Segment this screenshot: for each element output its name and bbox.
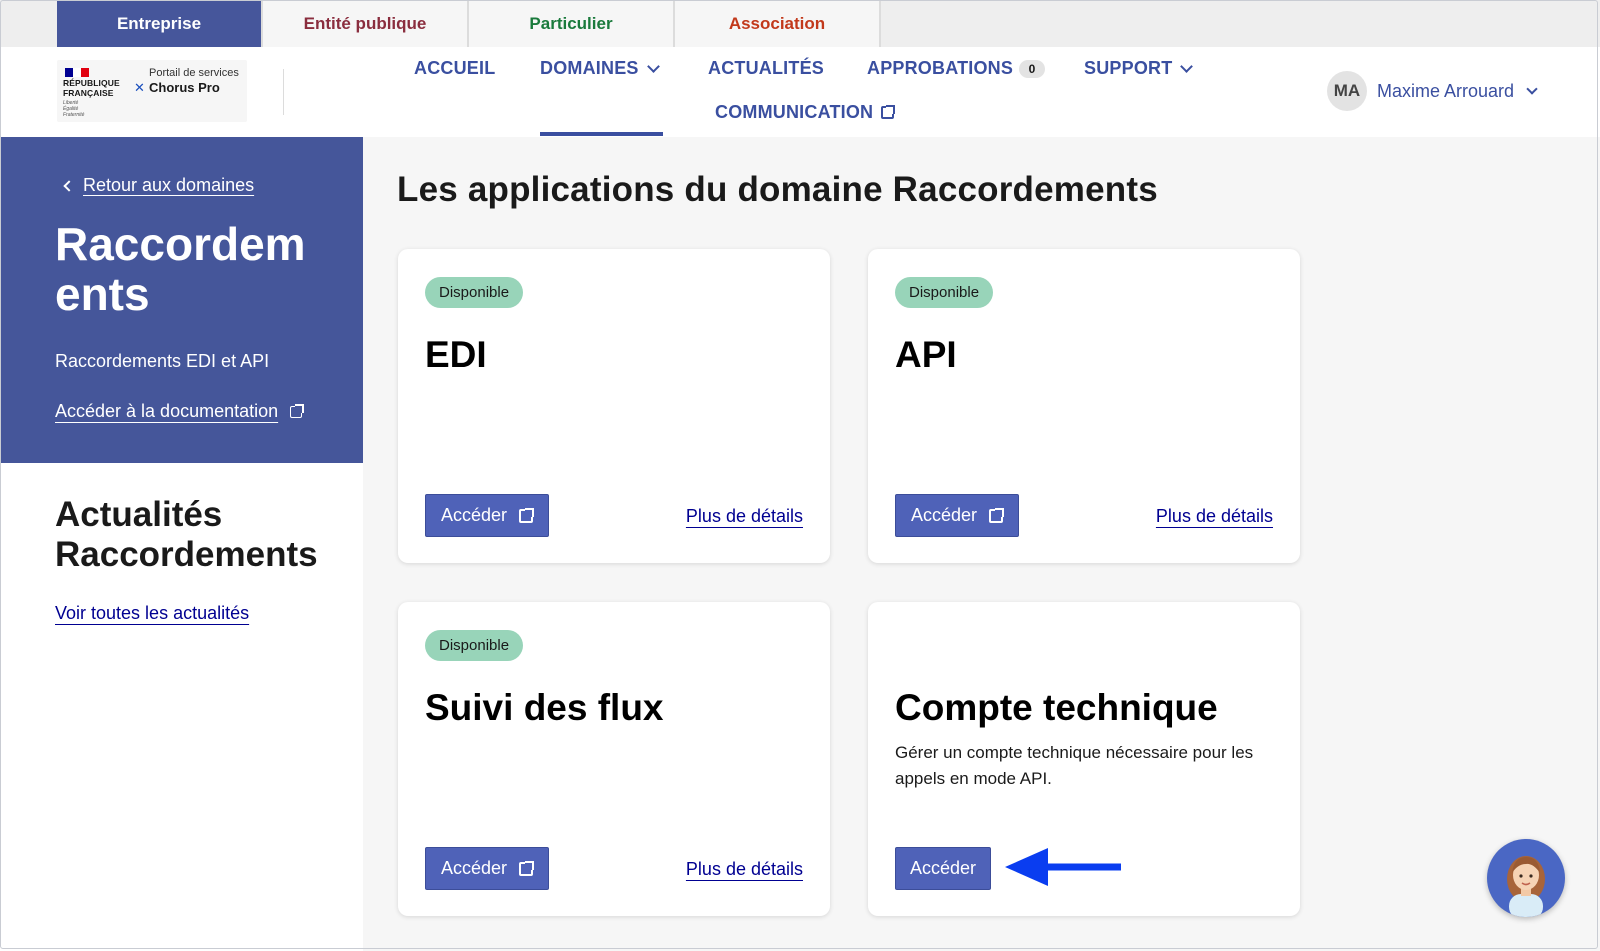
arrow-left-icon [1005,848,1121,886]
card-title: API [895,334,957,375]
chevron-left-icon [63,179,75,192]
chorus-pro-logo[interactable]: RÉPUBLIQUE FRANÇAISE Liberté Égalité Fra… [57,60,247,122]
domain-title: Raccordements [55,218,306,320]
nav-label: SUPPORT [1084,58,1173,78]
header-divider [283,69,284,115]
access-button[interactable]: Accéder [895,847,992,890]
details-link[interactable]: Plus de détails [1156,506,1273,527]
details-link[interactable]: Plus de détails [686,859,803,880]
nav-support[interactable]: SUPPORT [1084,58,1194,79]
nav-accueil[interactable]: ACCUEIL [414,58,495,79]
card-title: EDI [425,334,487,375]
marianne-flag-icon [65,68,89,77]
profile-tab-label: Particulier [529,13,613,33]
external-link-icon [989,507,1005,523]
domain-description: Raccordements EDI et API [55,351,270,371]
app-card-edi: Disponible EDI Accéder Plus de détails [398,249,830,563]
nav-active-indicator [540,132,663,136]
nav-domaines[interactable]: DOMAINES [540,58,660,79]
app-card-suivi-des-flux: Disponible Suivi des flux Accéder Plus d… [398,602,830,916]
user-menu[interactable]: MA Maxime Arrouard [1327,71,1538,111]
news-panel: Actualités Raccordements Voir toutes les… [0,463,363,951]
details-link[interactable]: Plus de détails [686,506,803,527]
access-button-label: Accéder [911,505,978,525]
documentation-link[interactable]: Accéder à la documentation [55,401,305,422]
chorus-pro-mark-icon: ✕ [134,80,145,95]
app-card-api: Disponible API Accéder Plus de détails [868,249,1300,563]
news-title: Actualités Raccordements [55,495,318,575]
avatar: MA [1327,71,1367,111]
access-button[interactable]: Accéder [425,847,550,890]
all-news-link[interactable]: Voir toutes les actualités [55,603,249,624]
card-title: Compte technique [895,687,1218,728]
status-badge: Disponible [425,277,524,308]
main-content: Les applications du domaine Raccordement… [363,137,1600,951]
profile-tab-label: Entité publique [303,13,427,33]
site-header: RÉPUBLIQUE FRANÇAISE Liberté Égalité Fra… [0,47,1600,138]
external-link-icon [290,403,305,418]
back-link-label: Retour aux domaines [83,175,255,195]
domain-panel: Retour aux domaines Raccordements Raccor… [0,137,363,463]
portal-subtitle: Portail de services [149,67,239,79]
chevron-down-icon [1526,82,1538,95]
access-button-label: Accéder [441,505,508,525]
profile-tab-label: Entreprise [116,13,202,33]
news-title-line-1: Actualités [55,495,223,534]
portal-name: Chorus Pro [149,80,220,95]
chevron-down-icon [646,59,660,73]
republique-francaise-text: RÉPUBLIQUE FRANÇAISE [63,78,120,98]
external-link-icon [519,860,535,876]
republic-line-2: FRANÇAISE [63,87,114,98]
page-title: Les applications du domaine Raccordement… [397,170,1158,209]
profile-tab-label: Association [728,13,826,33]
profile-tabs: Entreprise Entité publique Particulier A… [0,0,1600,47]
card-description: Gérer un compte technique nécessaire pou… [895,743,1254,788]
status-badge: Disponible [895,277,994,308]
access-button[interactable]: Accéder [425,494,550,537]
profile-tab-association[interactable]: Association [675,0,881,47]
nav-label: ACCUEIL [414,58,496,78]
card-title: Suivi des flux [425,687,664,728]
news-title-line-2: Raccordements [55,535,318,574]
nav-label: APPROBATIONS [867,58,1014,78]
profile-tab-particulier[interactable]: Particulier [469,0,675,47]
chevron-down-icon [1180,59,1194,73]
profile-tab-entreprise[interactable]: Entreprise [57,0,263,47]
external-link-icon [881,105,896,119]
access-button-label: Accéder [910,858,977,878]
nav-label: COMMUNICATION [715,102,874,122]
user-name: Maxime Arrouard [1377,80,1515,101]
approbations-count-badge: 0 [1019,59,1046,78]
status-badge: Disponible [425,630,524,661]
nav-actualites[interactable]: ACTUALITÉS [708,58,824,79]
profile-tab-entite-publique[interactable]: Entité publique [263,0,469,47]
documentation-link-label: Accéder à la documentation [55,401,279,421]
back-to-domains-link[interactable]: Retour aux domaines [63,175,255,196]
nav-approbations[interactable]: APPROBATIONS 0 [867,58,1046,79]
access-button-label: Accéder [441,858,508,878]
nav-label: ACTUALITÉS [708,58,824,78]
access-button[interactable]: Accéder [895,494,1020,537]
nav-communication[interactable]: COMMUNICATION [715,102,896,123]
motto-text: Liberté Égalité Fraternité [63,100,84,118]
chatbot-assistant-icon[interactable] [1487,839,1565,917]
motto-fraternite: Fraternité [63,112,85,118]
nav-label: DOMAINES [540,58,639,78]
external-link-icon [519,507,535,523]
